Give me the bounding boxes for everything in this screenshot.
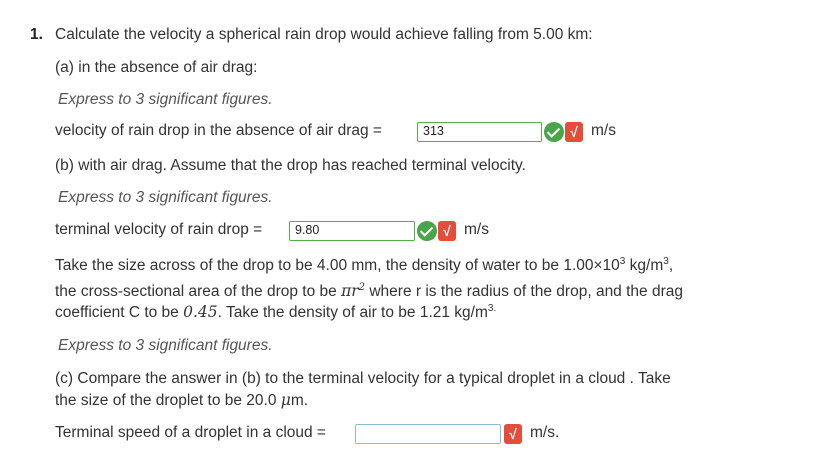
sqrt-icon[interactable]: √	[438, 221, 456, 241]
info-line-1-end: ,	[668, 257, 674, 275]
info-line-2-math: πr	[341, 282, 359, 301]
info-line-2: the cross-sectional area of the drop to …	[55, 282, 683, 301]
part-b-field-label: terminal velocity of rain drop =	[55, 221, 263, 238]
info-line-3-exp: 3.	[487, 303, 497, 314]
part-c-unit: m/s.	[530, 424, 560, 441]
info-line-3-mid: . Take the density of air to be 1.21 kg/…	[217, 304, 488, 322]
info-line-1: Take the size across of the drop to be 4…	[55, 256, 673, 275]
part-b-instruction: Express to 3 significant figures.	[58, 189, 273, 206]
info-line-2-suffix: where r is the radius of the drop, and t…	[365, 283, 683, 301]
part-c-label-line-2-math: μ	[280, 391, 291, 409]
info-line-3-text: coefficient C to be	[55, 304, 184, 322]
part-a-field-label: velocity of rain drop in the absence of …	[55, 122, 382, 139]
check-circle-icon	[544, 122, 564, 142]
part-c-label-line-2: the size of the droplet to be 20.0 μm.	[55, 391, 308, 410]
sqrt-icon[interactable]: √	[504, 424, 522, 444]
part-b-instruction-2: Express to 3 significant figures.	[58, 337, 273, 354]
part-b-answer-input[interactable]: 9.80	[289, 221, 415, 241]
question-number: 1.	[30, 26, 43, 43]
sqrt-icon[interactable]: √	[565, 122, 583, 142]
check-circle-icon	[417, 221, 437, 241]
part-a-label: (a) in the absence of air drag:	[55, 59, 258, 76]
question-prompt: Calculate the velocity a spherical rain …	[55, 26, 593, 43]
part-c-field-label: Terminal speed of a droplet in a cloud =	[55, 424, 326, 441]
part-b-unit: m/s	[464, 221, 489, 238]
info-line-2-text: the cross-sectional area of the drop to …	[55, 283, 342, 301]
part-a-unit: m/s	[591, 122, 616, 139]
info-line-3-math: 0.45	[183, 303, 218, 322]
part-c-label-line-2-text: the size of the droplet to be 20.0	[55, 392, 281, 409]
part-c-label-line-1: (c) Compare the answer in (b) to the ter…	[55, 370, 671, 387]
info-line-1-unit: kg/m	[625, 257, 664, 275]
part-a-answer-input[interactable]: 313	[417, 122, 542, 142]
info-line-1-text: Take the size across of the drop to be 4…	[55, 257, 620, 275]
part-c-label-line-2-suffix: m.	[290, 392, 309, 409]
part-b-label: (b) with air drag. Assume that the drop …	[55, 157, 526, 174]
info-line-3: coefficient C to be 0.45. Take the densi…	[55, 303, 496, 322]
part-c-answer-input[interactable]	[355, 424, 501, 444]
part-a-instruction: Express to 3 significant figures.	[58, 91, 273, 108]
